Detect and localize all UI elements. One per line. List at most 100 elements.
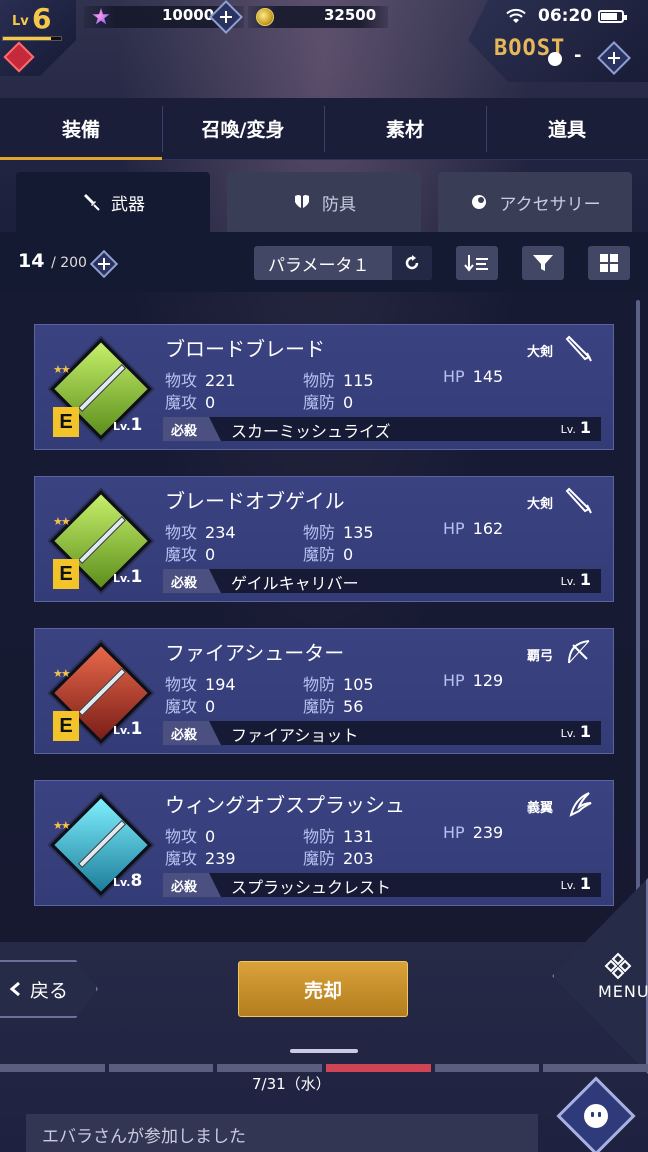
sell-button-label: 売却 [303,979,342,1002]
stat-magic-defense: 魔防 0 [303,389,353,413]
list-scrollbar[interactable] [636,300,640,930]
skill-level: Lv. 1 [561,418,591,437]
stat-label: 魔防 [303,697,336,716]
stat-label: HP [443,671,465,690]
inventory-count: 14 / 200 [18,250,87,272]
stat-value: 56 [343,697,364,716]
stat-value: 135 [343,523,374,542]
stat-physical-attack: 物攻 221 [165,367,236,391]
stat-label: 魔攻 [165,849,198,868]
equipment-card[interactable]: ★★ E Lv.1 ブレードオブゲイル 大剣 物攻 234 魔攻 0 物防 135 魔… [34,476,614,602]
inventory-count-max: / 200 [51,255,87,271]
subtab-weapons[interactable]: 武器 [16,172,210,232]
equipment-thumbnail: ★★ Lv.8 [50,794,152,896]
refresh-icon [405,255,419,270]
top-status-bar: Lv 6 10000 32500 06:20 BOOST - [0,0,648,98]
chat-message: エバラさんが参加しました [42,1127,246,1147]
calendar-segment [434,1064,540,1072]
stat-value: 194 [205,675,236,694]
sword-icon [84,194,100,211]
skill-tag: 必殺 [163,569,221,593]
stat-value: 0 [205,393,216,412]
stat-value: 203 [343,849,374,868]
rank-badge: E [53,407,79,437]
stat-label: 魔攻 [165,393,198,412]
stat-label: 物攻 [165,827,198,846]
stat-value: 0 [343,393,354,412]
grid-view-button[interactable] [588,246,630,280]
stat-value: 239 [205,849,236,868]
calendar-segment [217,1064,323,1072]
sort-button[interactable] [456,246,498,280]
skill-name: スカーミッシュライズ [231,422,391,441]
stat-label: 物防 [303,675,336,694]
stat-physical-defense: 物防 105 [303,671,374,695]
tab-materials[interactable]: 素材 [324,98,486,159]
stat-label: 魔攻 [165,697,198,716]
equipment-level-prefix: Lv. [113,572,131,585]
boost-clock-icon [548,52,562,66]
tab-equipment[interactable]: 装備 [0,98,162,160]
calendar-segment [108,1064,214,1072]
expand-inventory-button[interactable] [89,249,119,279]
chevron-left-icon [9,981,20,997]
armor-icon [295,195,309,208]
filter-button[interactable] [522,246,564,280]
stat-value: 145 [472,367,504,386]
stat-value: 0 [205,697,216,716]
skill-name: スプラッシュクレスト [231,878,392,897]
stat-label: HP [443,367,465,386]
stat-value: 0 [205,545,216,564]
skill-level-value: 1 [579,722,591,741]
sort-icon [464,255,488,272]
subtab-accessories[interactable]: アクセサリー [438,172,632,232]
sell-button[interactable]: 売却 [238,961,408,1017]
level-progress-fill [3,37,51,40]
stat-physical-attack: 物攻 194 [165,671,236,695]
stat-label: 物防 [303,827,336,846]
equipment-name: ファイアシューター [165,641,345,665]
equipment-type: 大剣 [526,497,553,512]
wing-icon [569,792,592,817]
coin-count: 32500 [324,6,377,24]
tab-items[interactable]: 道具 [486,98,648,159]
equipment-card[interactable]: ★★ E Lv.1 ブロードブレード 大剣 物攻 221 魔攻 0 物防 115 魔防… [34,324,614,450]
subtab-accessories-label: アクセサリー [499,194,601,215]
stat-value: 162 [472,519,504,538]
rarity-stars-icon: ★★ [53,515,71,528]
stat-value: 221 [205,371,236,390]
stat-hp: HP 239 [443,823,503,842]
chat-drawer-handle[interactable] [290,1049,358,1053]
rarity-stars-icon: ★★ [53,819,71,832]
stat-label: 物攻 [165,371,198,390]
chat-message-box[interactable]: エバラさんが参加しました [26,1114,538,1152]
back-button-label: 戻る [30,979,69,1002]
skill-level-prefix: Lv. [560,727,576,740]
equipment-level-value: 1 [130,719,143,739]
skill-row: 必殺 ゲイルキャリバー Lv. 1 [163,569,601,593]
equipment-card[interactable]: ★★ E Lv.1 ファイアシューター 覇弓 物攻 194 魔攻 0 物防 105 魔… [34,628,614,754]
skill-level: Lv. 1 [561,570,591,589]
menu-label: MENU [598,982,648,1001]
tab-summon-transform[interactable]: 召喚/変身 [162,98,324,159]
equipment-level: Lv.8 [113,871,142,891]
subtab-armor[interactable]: 防具 [227,172,421,232]
skill-tag: 必殺 [163,417,221,441]
subtab-armor-label: 防具 [322,194,356,215]
stat-magic-attack: 魔攻 0 [165,389,215,413]
equipment-level: Lv.1 [113,719,142,739]
battery-icon [598,10,627,23]
stat-physical-defense: 物防 135 [303,519,374,543]
equipment-level-prefix: Lv. [113,876,131,889]
stat-magic-defense: 魔防 56 [303,693,363,717]
equipment-type: 義翼 [526,801,553,816]
equipment-name: ウィングオブスプラッシュ [165,793,405,817]
level-progress-bar [2,36,62,41]
equipment-level-prefix: Lv. [113,724,131,737]
stat-magic-defense: 魔防 0 [303,541,353,565]
equipment-card[interactable]: ★★ Lv.8 ウィングオブスプラッシュ 義翼 物攻 0 魔攻 239 物防 131 … [34,780,614,906]
parameter-toggle-button[interactable] [392,246,432,280]
stat-label: HP [443,519,465,538]
stat-label: 物防 [303,371,336,390]
stat-value: 0 [343,545,354,564]
